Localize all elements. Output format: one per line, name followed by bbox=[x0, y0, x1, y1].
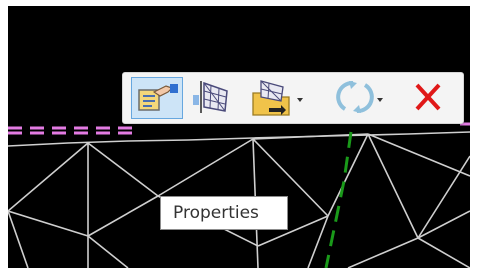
surface-button[interactable] bbox=[189, 77, 235, 119]
refresh-icon bbox=[336, 81, 383, 113]
folder-export-icon bbox=[252, 80, 303, 116]
tooltip-text: Properties bbox=[173, 203, 259, 223]
delete-button[interactable] bbox=[407, 77, 451, 119]
dropdown-arrow-icon bbox=[377, 98, 383, 102]
surface-mesh-icon bbox=[193, 81, 228, 113]
close-icon bbox=[415, 83, 441, 111]
properties-tooltip: Properties bbox=[160, 196, 288, 230]
dropdown-arrow-icon bbox=[297, 98, 303, 102]
refresh-button[interactable] bbox=[327, 77, 389, 119]
floating-toolbar bbox=[122, 72, 464, 124]
export-surface-button[interactable] bbox=[245, 77, 307, 119]
properties-button[interactable] bbox=[131, 77, 183, 119]
properties-icon bbox=[138, 84, 178, 111]
